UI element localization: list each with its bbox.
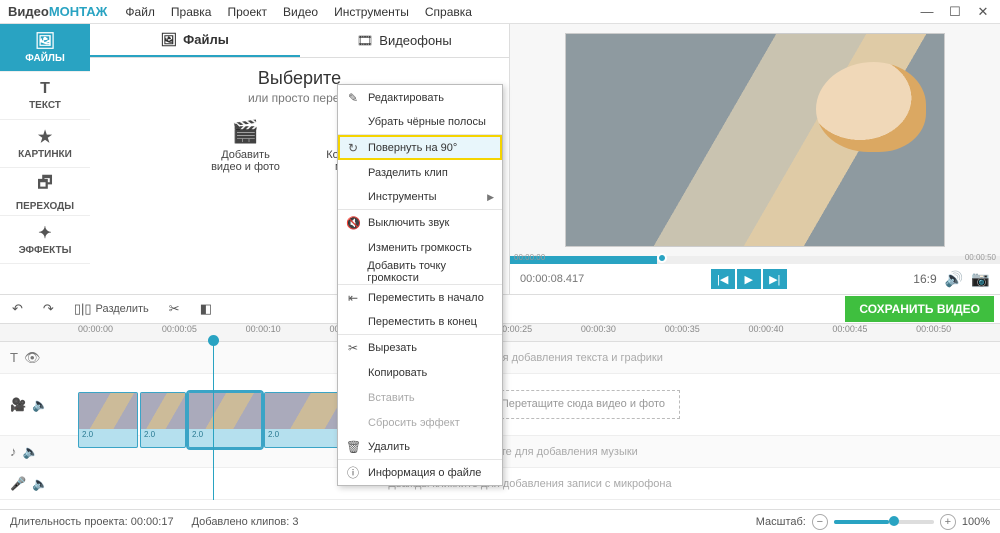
reel-icon: 🎬 bbox=[232, 119, 259, 145]
text-icon: T bbox=[40, 80, 50, 98]
clip-1[interactable]: 2.0 bbox=[140, 392, 186, 448]
minimize-icon[interactable]: — bbox=[918, 4, 936, 20]
redo-button[interactable]: ↷ bbox=[37, 299, 60, 319]
ctx-item-15[interactable]: ⓘИнформация о файле bbox=[338, 460, 502, 485]
prev-frame-button[interactable]: |◀ bbox=[711, 269, 735, 289]
zoom-out-button[interactable]: − bbox=[812, 514, 828, 530]
drop-zone[interactable]: Перетащите сюда видео и фото bbox=[486, 390, 680, 418]
mute-icon[interactable]: 🔈 bbox=[32, 476, 48, 492]
ctx-item-12: Вставить bbox=[338, 385, 502, 410]
ctx-item-14[interactable]: 🗑Удалить bbox=[338, 435, 502, 460]
text-track-icon: T bbox=[10, 350, 18, 365]
crop-icon: ◧ bbox=[200, 301, 212, 317]
transitions-icon: 🗗 bbox=[37, 172, 52, 199]
music-track-icon: ♪ bbox=[10, 444, 17, 459]
mute-icon[interactable]: 🔈 bbox=[32, 397, 48, 413]
menu-help[interactable]: Справка bbox=[425, 5, 472, 19]
mic-track-hint: Дважды кликните для добавления записи с … bbox=[60, 478, 1000, 490]
eye-icon[interactable]: 👁 bbox=[24, 350, 41, 366]
side-tab-files[interactable]: 🖼ФАЙЛЫ bbox=[0, 24, 90, 72]
pictures-icon: ★ bbox=[38, 127, 52, 147]
side-tab-transitions[interactable]: 🗗ПЕРЕХОДЫ bbox=[0, 168, 90, 216]
video-viewport[interactable] bbox=[510, 24, 1000, 256]
files-panel: 🖼Файлы 🎞Видеофоны Выберите или просто пе… bbox=[90, 24, 510, 294]
menu-file[interactable]: Файл bbox=[125, 5, 155, 19]
timecode: 00:00:08.417 bbox=[520, 273, 584, 285]
files-icon: 🖼 bbox=[35, 31, 55, 51]
ctx-item-2[interactable]: ↻Повернуть на 90° bbox=[338, 135, 502, 160]
context-menu: ✎РедактироватьУбрать чёрные полосы↻Повер… bbox=[337, 84, 503, 486]
volume-icon[interactable]: 🔊 bbox=[945, 270, 964, 288]
side-tab-effects[interactable]: ✦ЭФФЕКТЫ bbox=[0, 216, 90, 264]
menu-tools[interactable]: Инструменты bbox=[334, 5, 409, 19]
music-track-hint: Дважды кликните для добавления музыки bbox=[60, 446, 1000, 458]
ctx-item-8[interactable]: ⇤Переместить в начало bbox=[338, 285, 502, 310]
aspect-ratio[interactable]: 16:9 bbox=[913, 272, 936, 286]
status-bar: Длительность проекта: 00:00:17 Добавлено… bbox=[0, 509, 1000, 533]
zoom-in-button[interactable]: + bbox=[940, 514, 956, 530]
ctx-item-11[interactable]: Копировать bbox=[338, 360, 502, 385]
crop-button[interactable]: ◧ bbox=[194, 299, 218, 319]
undo-button[interactable]: ↶ bbox=[6, 299, 29, 319]
ctx-item-1[interactable]: Убрать чёрные полосы bbox=[338, 110, 502, 135]
split-button[interactable]: ▯|▯Разделить bbox=[68, 299, 155, 319]
next-frame-button[interactable]: ▶| bbox=[763, 269, 787, 289]
film-icon: 🎞 bbox=[357, 33, 374, 49]
clip-2[interactable]: 2.0 bbox=[188, 392, 262, 448]
snapshot-icon[interactable]: 📷 bbox=[971, 270, 990, 288]
zoom-label: Масштаб: bbox=[756, 516, 806, 528]
ctx-item-4[interactable]: Инструменты▶ bbox=[338, 185, 502, 210]
scissors-icon: ✂ bbox=[169, 301, 180, 317]
preview-scrubber[interactable]: 00:00:00 00:00:50 bbox=[510, 256, 1000, 264]
logo-part2: МОНТАЖ bbox=[49, 4, 108, 19]
ctx-item-3[interactable]: Разделить клип bbox=[338, 160, 502, 185]
ctx-item-7[interactable]: Добавить точку громкости bbox=[338, 260, 502, 285]
menubar: ВидеоМОНТАЖ Файл Правка Проект Видео Инс… bbox=[0, 0, 1000, 24]
text-track-hint: Дважды кликните для добавления текста и … bbox=[60, 352, 1000, 364]
split-icon: ▯|▯ bbox=[74, 301, 92, 317]
preview-pane: 00:00:00 00:00:50 00:00:08.417 |◀ ▶ ▶| 1… bbox=[510, 24, 1000, 294]
panel-tab-backgrounds[interactable]: 🎞Видеофоны bbox=[300, 24, 510, 57]
effects-icon: ✦ bbox=[38, 223, 51, 243]
cut-button[interactable]: ✂ bbox=[163, 299, 186, 319]
side-tabs: 🖼ФАЙЛЫTТЕКСТ★КАРТИНКИ🗗ПЕРЕХОДЫ✦ЭФФЕКТЫ bbox=[0, 24, 90, 294]
ctx-item-13: Сбросить эффект bbox=[338, 410, 502, 435]
close-icon[interactable]: ✕ bbox=[974, 4, 992, 20]
redo-icon: ↷ bbox=[43, 301, 54, 317]
playhead[interactable] bbox=[213, 342, 214, 500]
zoom-slider[interactable] bbox=[834, 520, 934, 524]
maximize-icon[interactable]: ☐ bbox=[946, 4, 964, 20]
logo-part1: Видео bbox=[8, 4, 49, 19]
panel-tab-files[interactable]: 🖼Файлы bbox=[90, 24, 300, 57]
project-duration: 00:00:17 bbox=[131, 516, 174, 528]
ctx-item-6[interactable]: Изменить громкость bbox=[338, 235, 502, 260]
undo-icon: ↶ bbox=[12, 301, 23, 317]
menu-video[interactable]: Видео bbox=[283, 5, 318, 19]
clip-count: 3 bbox=[292, 516, 298, 528]
ctx-item-5[interactable]: 🔇Выключить звук bbox=[338, 210, 502, 235]
ctx-item-9[interactable]: Переместить в конец bbox=[338, 310, 502, 335]
menu-edit[interactable]: Правка bbox=[171, 5, 212, 19]
side-tab-text[interactable]: TТЕКСТ bbox=[0, 72, 90, 120]
side-tab-pictures[interactable]: ★КАРТИНКИ bbox=[0, 120, 90, 168]
menu-project[interactable]: Проект bbox=[227, 5, 267, 19]
video-track-icon: 🎥 bbox=[10, 397, 26, 413]
image-icon: 🖼 bbox=[161, 32, 178, 48]
ctx-item-10[interactable]: ✂Вырезать bbox=[338, 335, 502, 360]
mic-track-icon: 🎤 bbox=[10, 476, 26, 492]
video-frame bbox=[565, 33, 945, 247]
chevron-right-icon: ▶ bbox=[487, 192, 494, 203]
play-button[interactable]: ▶ bbox=[737, 269, 761, 289]
ctx-item-0[interactable]: ✎Редактировать bbox=[338, 85, 502, 110]
save-video-button[interactable]: СОХРАНИТЬ ВИДЕО bbox=[845, 296, 994, 322]
mute-icon[interactable]: 🔈 bbox=[23, 444, 39, 460]
clip-0[interactable]: 2.0 bbox=[78, 392, 138, 448]
zoom-value: 100% bbox=[962, 516, 990, 528]
add-media-button[interactable]: 🎬Добавить видео и фото bbox=[206, 119, 286, 173]
